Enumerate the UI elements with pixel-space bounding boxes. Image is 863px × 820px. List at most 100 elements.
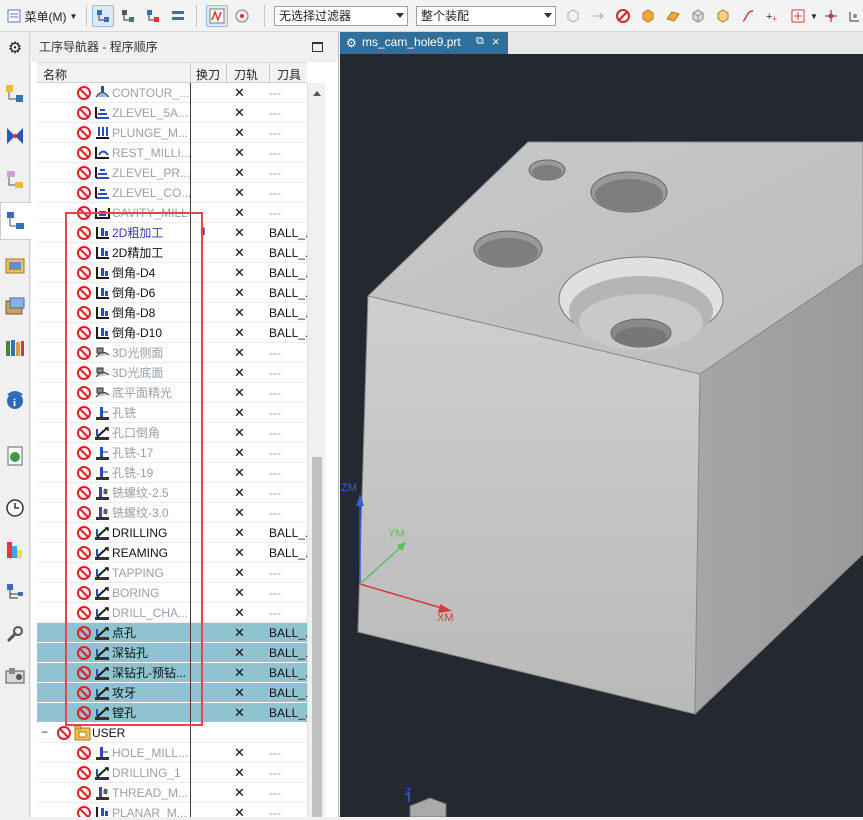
part-model-view[interactable] bbox=[340, 54, 863, 818]
operation-row[interactable]: 孔铣-19 ✕ --- bbox=[37, 463, 307, 483]
role-tab[interactable] bbox=[3, 664, 27, 688]
operation-name: ZLEVEL_PR... bbox=[112, 166, 191, 180]
select-body-button[interactable] bbox=[637, 5, 659, 27]
operation-row[interactable]: 深钻孔-预钻... ✕ BALL_... bbox=[37, 663, 307, 683]
clear-selection-button[interactable] bbox=[612, 5, 634, 27]
no-entry-status-icon bbox=[77, 286, 91, 300]
history-tab[interactable] bbox=[3, 444, 27, 468]
select-sheet-button[interactable] bbox=[712, 5, 734, 27]
scroll-up-icon[interactable] bbox=[313, 91, 321, 96]
hd3d-tools-tab[interactable] bbox=[3, 336, 27, 360]
operation-row[interactable]: 攻牙 ✕ BALL_... bbox=[37, 683, 307, 703]
operation-row[interactable]: 孔铣 ✕ --- bbox=[37, 403, 307, 423]
operation-row[interactable]: REAMING ✕ BALL_... bbox=[37, 543, 307, 563]
operation-row[interactable]: BORING ✕ --- bbox=[37, 583, 307, 603]
operation-row[interactable]: REST_MILLI... ✕ --- bbox=[37, 143, 307, 163]
filter-option-button[interactable] bbox=[587, 5, 609, 27]
select-point-button[interactable]: + + bbox=[762, 5, 784, 27]
operation-row[interactable]: PLUNGE_M... ✕ --- bbox=[37, 123, 307, 143]
operation-row[interactable]: 倒角-D8 ✕ BALL_... bbox=[37, 303, 307, 323]
operation-row[interactable]: THREAD_M... ✕ --- bbox=[37, 783, 307, 803]
operation-row[interactable]: 点孔 ✕ BALL_... bbox=[37, 623, 307, 643]
gear-icon: ⚙ bbox=[7, 40, 23, 57]
operation-row[interactable]: 2D粗加工 ▮ ✕ BALL_... bbox=[37, 223, 307, 243]
planar-op-icon bbox=[94, 265, 111, 281]
operation-row[interactable]: ZLEVEL_5A... ✕ --- bbox=[37, 103, 307, 123]
no-entry-status-icon bbox=[77, 346, 91, 360]
generate-toolpath-button[interactable] bbox=[206, 5, 228, 27]
column-header-name[interactable]: 名称 bbox=[43, 66, 67, 83]
method-view-button[interactable] bbox=[167, 5, 189, 27]
column-header-tool-change[interactable]: 换刀 bbox=[196, 66, 220, 83]
manufacturing-wizard-tab[interactable] bbox=[3, 622, 27, 646]
operation-row[interactable]: 深钻孔 ✕ BALL_... bbox=[37, 643, 307, 663]
history-clock-tab[interactable] bbox=[3, 496, 27, 520]
operation-row[interactable]: ZLEVEL_PR... ✕ --- bbox=[37, 163, 307, 183]
assembly-navigator-tab[interactable] bbox=[3, 82, 27, 106]
operation-row[interactable]: 底平面精光 ✕ --- bbox=[37, 383, 307, 403]
operation-row[interactable]: CAVITY_MILL ✕ --- bbox=[37, 203, 307, 223]
column-header-tool[interactable]: 刀具 bbox=[277, 66, 301, 83]
constraint-navigator-tab[interactable] bbox=[3, 124, 27, 148]
no-entry-status-icon bbox=[77, 126, 91, 140]
info-icon: i bbox=[7, 391, 23, 409]
operation-row[interactable]: 孔铣-17 ✕ --- bbox=[37, 443, 307, 463]
program-group-row[interactable]: − USER bbox=[37, 723, 307, 743]
drill-op-icon bbox=[94, 685, 111, 701]
operation-row[interactable]: TAPPING ✕ --- bbox=[37, 563, 307, 583]
verify-toolpath-button[interactable] bbox=[231, 5, 253, 27]
operation-row[interactable]: 2D精加工 ✕ BALL_... bbox=[37, 243, 307, 263]
move-handle-button[interactable] bbox=[820, 5, 842, 27]
operation-row[interactable]: 倒角-D4 ✕ BALL_... bbox=[37, 263, 307, 283]
geometry-view-button[interactable] bbox=[142, 5, 164, 27]
part-navigator-tab[interactable] bbox=[3, 168, 27, 192]
operation-row[interactable]: 铣螺纹-2.5 ✕ --- bbox=[37, 483, 307, 503]
selection-filter-dropdown[interactable]: 无选择过滤器 bbox=[274, 6, 408, 26]
operation-row[interactable]: 铣螺纹-3.0 ✕ --- bbox=[37, 503, 307, 523]
navigator-scrollbar[interactable] bbox=[307, 83, 325, 817]
operation-navigator-tab[interactable] bbox=[0, 202, 31, 240]
operation-row[interactable]: ZLEVEL_CO... ✕ --- bbox=[37, 183, 307, 203]
process-studio-tab[interactable] bbox=[3, 580, 27, 604]
operation-row[interactable]: 3D光底面 ✕ --- bbox=[37, 363, 307, 383]
pin-icon[interactable]: ⧉ bbox=[476, 35, 484, 48]
thread-mill-op-icon bbox=[94, 505, 111, 521]
operation-row[interactable]: DRILL_CHA... ✕ --- bbox=[37, 603, 307, 623]
operation-row[interactable]: 倒角-D6 ✕ BALL_... bbox=[37, 283, 307, 303]
menu-button[interactable]: 菜单(M) ▼ bbox=[4, 3, 80, 29]
reuse-library-tab[interactable] bbox=[3, 294, 27, 318]
block-solid[interactable] bbox=[357, 141, 863, 716]
part-file-tab[interactable]: ⚙ ms_cam_hole9.prt ⧉ × bbox=[340, 32, 508, 54]
column-header-path[interactable]: 刀轨 bbox=[234, 66, 258, 83]
operation-row[interactable]: PLANAR_M... ✕ --- bbox=[37, 803, 307, 817]
operation-row[interactable]: DRILLING_1 ✕ --- bbox=[37, 763, 307, 783]
close-icon[interactable]: × bbox=[492, 34, 500, 49]
settings-button[interactable]: ⚙ bbox=[3, 36, 27, 60]
operation-row[interactable]: CONTOUR_... ✕ --- bbox=[37, 83, 307, 103]
maximize-icon[interactable] bbox=[312, 42, 323, 52]
assembly-scope-dropdown[interactable]: 整个装配 bbox=[416, 6, 556, 26]
select-solid-button[interactable] bbox=[687, 5, 709, 27]
chevron-down-icon[interactable]: ▼ bbox=[810, 3, 818, 29]
operation-row[interactable]: HOLE_MILL... ✕ --- bbox=[37, 743, 307, 763]
select-face-button[interactable] bbox=[662, 5, 684, 27]
select-curve-button[interactable] bbox=[737, 5, 759, 27]
collapse-icon[interactable]: − bbox=[41, 725, 48, 739]
toolpath-status-icon: ✕ bbox=[234, 245, 245, 260]
operation-name: ZLEVEL_5A... bbox=[112, 106, 189, 120]
scrollbar-thumb[interactable] bbox=[312, 457, 322, 817]
web-browser-tab[interactable]: i bbox=[3, 388, 27, 412]
graphics-viewport[interactable]: ZM YM XM Z bbox=[340, 54, 863, 818]
snap-settings-button[interactable] bbox=[562, 5, 584, 27]
wcs-button[interactable] bbox=[843, 5, 863, 27]
visualization-tab[interactable] bbox=[3, 538, 27, 562]
operation-row[interactable]: 倒角-D10 ✕ BALL_... bbox=[37, 323, 307, 343]
snap-point-button[interactable] bbox=[787, 5, 809, 27]
operation-row[interactable]: 镗孔 ✕ BALL_... bbox=[37, 703, 307, 723]
operation-row[interactable]: 3D光侧面 ✕ --- bbox=[37, 343, 307, 363]
operation-row[interactable]: 孔口倒角 ✕ --- bbox=[37, 423, 307, 443]
machine-tool-view-button[interactable] bbox=[117, 5, 139, 27]
program-order-view-button[interactable] bbox=[92, 5, 114, 27]
machine-navigator-tab[interactable] bbox=[3, 254, 27, 278]
operation-row[interactable]: DRILLING ✕ BALL_... bbox=[37, 523, 307, 543]
